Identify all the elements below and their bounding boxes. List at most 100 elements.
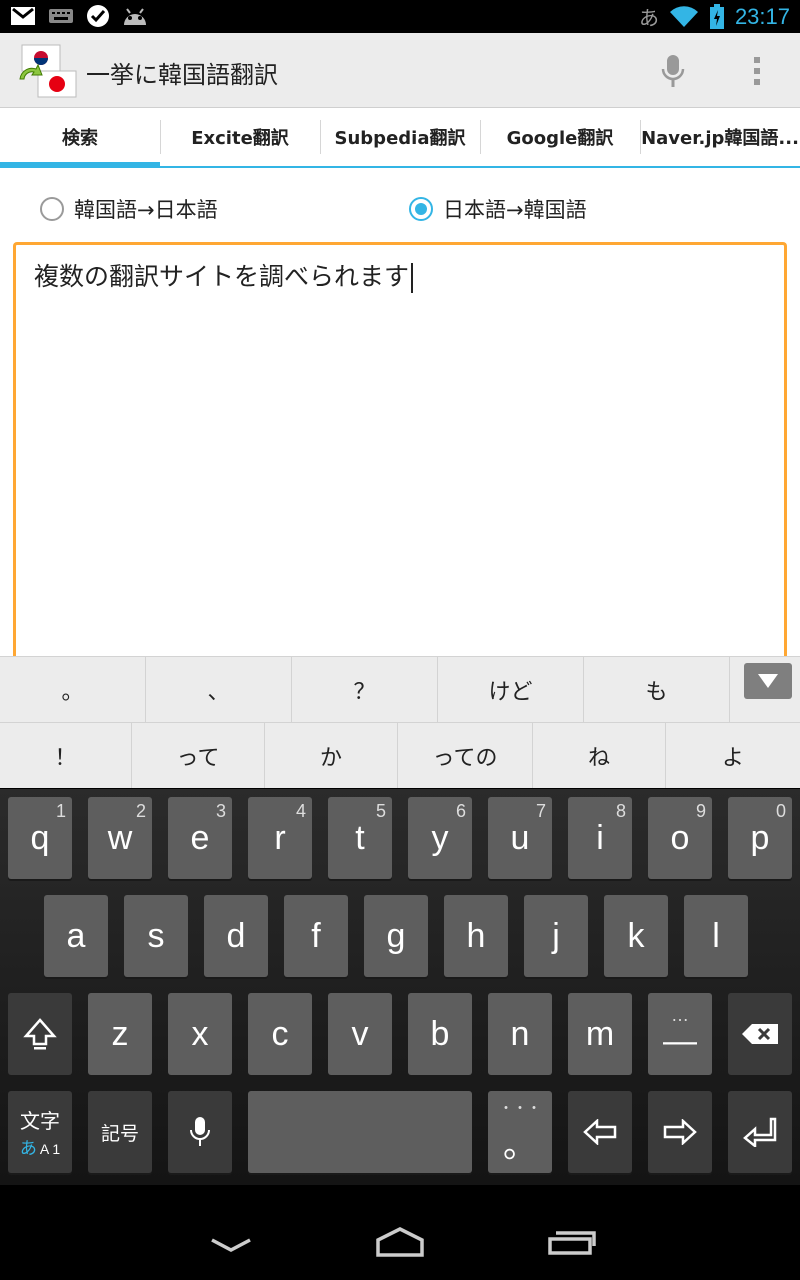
key-c[interactable]: c xyxy=(248,993,312,1075)
home-icon[interactable] xyxy=(374,1227,426,1257)
key-number: 1 xyxy=(55,801,66,821)
key-r[interactable]: r4 xyxy=(248,797,312,879)
candidate[interactable]: ね xyxy=(533,723,666,788)
key-a[interactable]: a xyxy=(44,895,108,977)
backspace-key[interactable] xyxy=(728,993,792,1075)
key-dots: ・・・ xyxy=(499,1099,541,1116)
cursor-right-key[interactable] xyxy=(648,1091,712,1173)
battery-icon xyxy=(709,3,724,29)
tab-excite[interactable]: Excite翻訳 xyxy=(160,108,320,166)
key-j[interactable]: j xyxy=(524,895,588,977)
app-title: 一挙に韓国語翻訳 xyxy=(86,61,278,89)
radio-ko-to-ja[interactable]: 韓国語→日本語 xyxy=(40,194,218,224)
key-o[interactable]: o9 xyxy=(648,797,712,879)
key-label: e xyxy=(190,818,210,857)
key-q[interactable]: q1 xyxy=(8,797,72,879)
key-number: 0 xyxy=(775,801,786,821)
android-icon xyxy=(124,8,146,25)
key-s[interactable]: s xyxy=(124,895,188,977)
cursor-left-key[interactable] xyxy=(568,1091,632,1173)
space-key[interactable] xyxy=(248,1091,472,1173)
candidate[interactable]: 。 xyxy=(0,657,146,722)
key-label: 。 xyxy=(503,1126,537,1165)
candidate[interactable]: よ xyxy=(666,723,800,788)
status-bar: あ 23:17 xyxy=(0,0,800,33)
candidate[interactable]: 、 xyxy=(146,657,292,722)
recent-apps-icon[interactable] xyxy=(546,1229,598,1255)
candidate[interactable]: けど xyxy=(438,657,584,722)
key-number: 6 xyxy=(455,801,466,821)
clock: 23:17 xyxy=(734,3,790,29)
key-number: 4 xyxy=(295,801,306,821)
key-h[interactable]: h xyxy=(444,895,508,977)
key-d[interactable]: d xyxy=(204,895,268,977)
candidate-row-2: ！ って か っての ね よ xyxy=(0,722,800,788)
key-z[interactable]: z xyxy=(88,993,152,1075)
collapse-candidates-button[interactable] xyxy=(744,663,792,699)
key-label: r xyxy=(274,818,286,857)
key-t[interactable]: t5 xyxy=(328,797,392,879)
key-label: i xyxy=(596,818,604,857)
candidate[interactable]: って xyxy=(132,723,265,788)
key-period[interactable]: ・・・ 。 xyxy=(488,1091,552,1173)
enter-key[interactable] xyxy=(728,1091,792,1173)
arrow-left-icon xyxy=(583,1119,617,1145)
key-w[interactable]: w2 xyxy=(88,797,152,879)
candidate[interactable]: ！ xyxy=(0,723,132,788)
key-i[interactable]: i8 xyxy=(568,797,632,879)
candidate[interactable]: か xyxy=(265,723,398,788)
key-m[interactable]: m xyxy=(568,993,632,1075)
key-dash[interactable]: … — xyxy=(648,993,712,1075)
voice-input-key[interactable] xyxy=(168,1091,232,1173)
candidate[interactable]: ？ xyxy=(292,657,438,722)
key-k[interactable]: k xyxy=(604,895,668,977)
key-p[interactable]: p0 xyxy=(728,797,792,879)
overflow-menu-icon[interactable] xyxy=(742,51,772,91)
input-mode-key[interactable]: 文字 あA 1 xyxy=(8,1091,72,1173)
key-y[interactable]: y6 xyxy=(408,797,472,879)
candidate-row-1: 。 、 ？ けど も xyxy=(0,656,800,722)
microphone-icon xyxy=(190,1117,210,1146)
key-sublabel: あA 1 xyxy=(20,1134,60,1159)
text-caret xyxy=(411,263,414,293)
enter-icon xyxy=(743,1117,777,1147)
key-label: y xyxy=(431,818,449,857)
candidate[interactable]: っての xyxy=(398,723,533,788)
tab-subpedia[interactable]: Subpedia翻訳 xyxy=(320,108,480,166)
key-sublabel-a: あ xyxy=(19,1139,37,1158)
keyboard-icon xyxy=(49,9,73,23)
key-label: u xyxy=(510,818,530,857)
tab-google[interactable]: Google翻訳 xyxy=(480,108,640,166)
radio-button[interactable] xyxy=(40,197,64,221)
key-label: w xyxy=(107,818,133,857)
key-number: 9 xyxy=(695,801,706,821)
key-label: q xyxy=(30,818,50,857)
key-n[interactable]: n xyxy=(488,993,552,1075)
tab-bar: 検索 Excite翻訳 Subpedia翻訳 Google翻訳 Naver.jp… xyxy=(0,108,800,168)
tab-naver[interactable]: Naver.jp韓国語... xyxy=(640,108,800,166)
key-v[interactable]: v xyxy=(328,993,392,1075)
radio-button-checked[interactable] xyxy=(409,197,433,221)
tab-search[interactable]: 検索 xyxy=(0,108,160,166)
key-sublabel-b: A 1 xyxy=(39,1141,61,1157)
app-icon[interactable] xyxy=(16,43,78,99)
key-f[interactable]: f xyxy=(284,895,348,977)
key-x[interactable]: x xyxy=(168,993,232,1075)
translation-input[interactable]: 複数の翻訳サイトを調べられます xyxy=(13,242,787,672)
key-label: t xyxy=(355,818,365,857)
gmail-icon xyxy=(11,7,35,25)
radio-ja-to-ko[interactable]: 日本語→韓国語 xyxy=(409,194,587,224)
key-l[interactable]: l xyxy=(684,895,748,977)
shift-icon xyxy=(23,1018,57,1050)
key-number: 5 xyxy=(375,801,386,821)
key-e[interactable]: e3 xyxy=(168,797,232,879)
symbol-key[interactable]: 記号 xyxy=(88,1091,152,1173)
candidate[interactable]: も xyxy=(584,657,730,722)
hide-keyboard-icon[interactable] xyxy=(210,1237,252,1253)
shift-key[interactable] xyxy=(8,993,72,1075)
key-b[interactable]: b xyxy=(408,993,472,1075)
key-u[interactable]: u7 xyxy=(488,797,552,879)
triangle-down-icon xyxy=(758,674,778,688)
microphone-icon[interactable] xyxy=(656,51,690,91)
key-g[interactable]: g xyxy=(364,895,428,977)
